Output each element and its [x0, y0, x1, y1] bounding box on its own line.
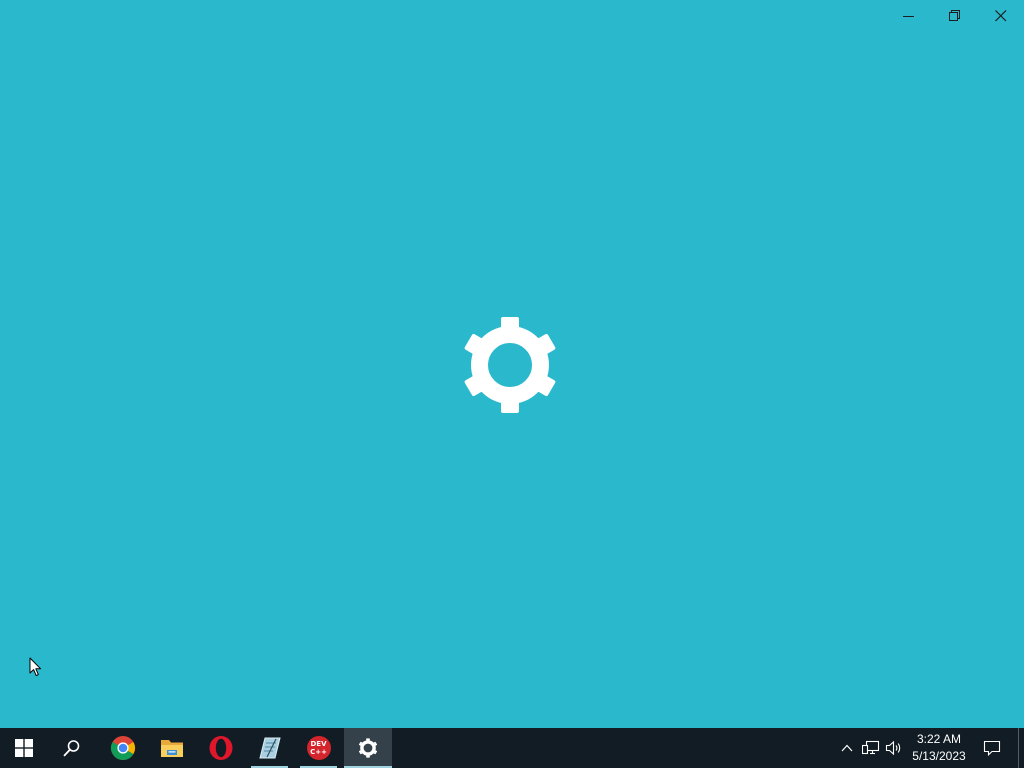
settings-splash-window	[0, 0, 1024, 728]
volume-button[interactable]	[883, 728, 905, 768]
close-icon	[995, 10, 1007, 22]
network-icon	[862, 740, 880, 755]
search-icon	[63, 740, 80, 757]
start-button[interactable]	[0, 728, 48, 768]
minimize-icon	[903, 16, 914, 17]
taskbar-file-explorer[interactable]	[147, 728, 196, 768]
notification-icon	[983, 740, 1001, 756]
chrome-icon	[110, 736, 135, 761]
chevron-up-icon	[841, 744, 853, 752]
volume-icon	[885, 740, 901, 756]
opera-icon	[209, 736, 232, 760]
network-button[interactable]	[860, 728, 882, 768]
settings-gear-icon	[358, 738, 378, 758]
taskbar-devcpp[interactable]: DEV C++	[294, 728, 343, 768]
close-button[interactable]	[978, 0, 1024, 32]
windows-logo-icon	[15, 739, 33, 757]
show-desktop-button[interactable]	[1018, 728, 1024, 768]
restore-icon	[949, 10, 960, 21]
taskbar-settings[interactable]	[344, 728, 392, 768]
taskbar: DEV C++ 3:22 AM 5/13/2023	[0, 728, 1024, 768]
clock-date: 5/13/2023	[912, 749, 966, 763]
action-center-button[interactable]	[972, 728, 1012, 768]
notepad-icon	[258, 737, 281, 759]
devcpp-icon: DEV C++	[306, 736, 331, 760]
show-hidden-icons-button[interactable]	[836, 728, 858, 768]
taskbar-opera[interactable]	[196, 728, 245, 768]
taskbar-chrome[interactable]	[98, 728, 147, 768]
minimize-button[interactable]	[886, 0, 932, 32]
devcpp-icon-text-line1: DEV	[310, 740, 327, 748]
taskbar-notepad[interactable]	[245, 728, 294, 768]
gear-icon	[464, 317, 556, 413]
mouse-pointer-icon	[29, 657, 42, 677]
devcpp-icon-text-line2: C++	[310, 748, 327, 756]
restore-button[interactable]	[932, 0, 978, 32]
taskbar-clock[interactable]: 3:22 AM 5/13/2023	[906, 728, 972, 768]
desktop-screen: DEV C++ 3:22 AM 5/13/2023	[0, 0, 1024, 768]
folder-icon	[160, 740, 183, 757]
search-button[interactable]	[48, 728, 96, 768]
clock-time: 3:22 AM	[916, 732, 962, 746]
